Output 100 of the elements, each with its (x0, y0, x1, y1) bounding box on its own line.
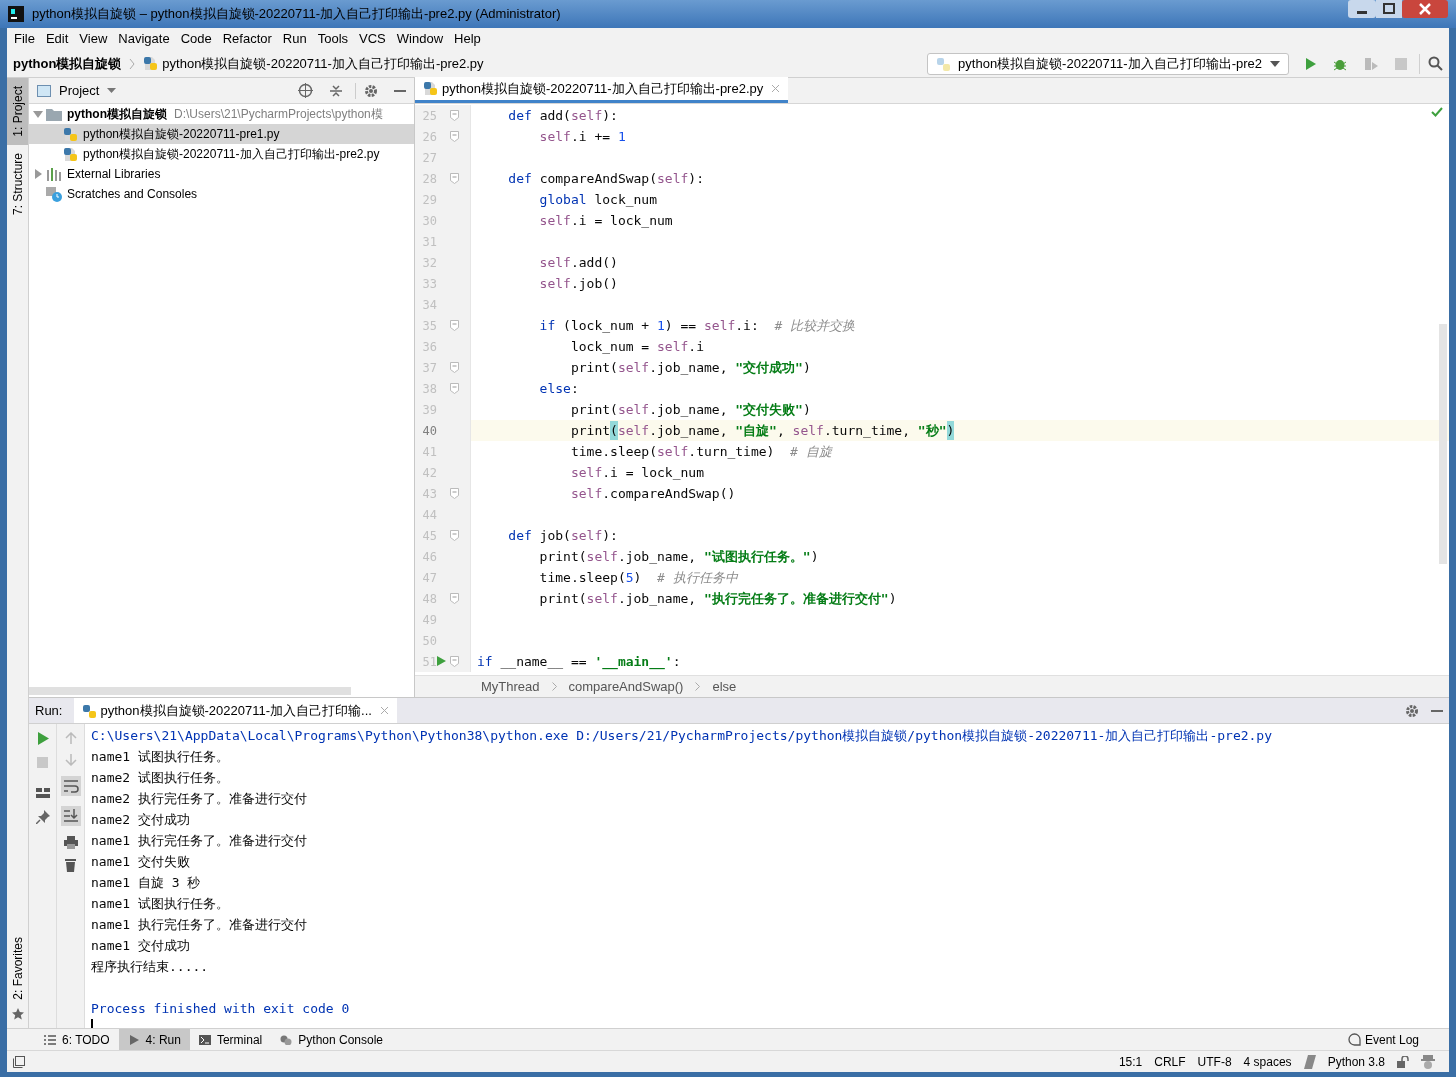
run-icon[interactable] (437, 656, 446, 667)
event-log-button[interactable]: Event Log (1347, 1030, 1449, 1049)
rerun-icon[interactable] (36, 732, 49, 745)
fold-icon[interactable] (450, 656, 459, 667)
console-line: 程序执行结束..... (91, 958, 209, 976)
scrollbar[interactable] (29, 687, 351, 695)
breadcrumb-item[interactable]: python模拟自旋锁 (13, 53, 122, 74)
run-tab[interactable]: python模拟自旋锁-20220711-加入自己打印输... (74, 698, 397, 723)
print-icon[interactable] (63, 836, 78, 849)
layout-icon[interactable] (35, 788, 50, 798)
trash-icon[interactable] (65, 859, 76, 872)
close-icon[interactable] (1402, 0, 1448, 18)
fold-icon[interactable] (450, 488, 459, 499)
fold-icon[interactable] (450, 362, 459, 373)
tool-window-tab[interactable]: Python Console (271, 1029, 393, 1050)
play-icon (127, 1034, 140, 1045)
tree-item[interactable]: External Libraries (29, 164, 414, 184)
menu-item[interactable]: Help (454, 29, 481, 49)
panel-icon (37, 84, 51, 97)
tool-window-tab[interactable]: Terminal (189, 1029, 272, 1050)
close-icon[interactable] (379, 706, 389, 715)
code-line: print(self.job_name, "执行完任务了。准备进行交付") (538, 589, 897, 608)
breadcrumb-item[interactable]: else (712, 676, 737, 697)
breadcrumb-item[interactable]: MyThread (481, 676, 540, 697)
caret-icon (1270, 60, 1280, 67)
side-tab[interactable]: 1: Project (7, 78, 28, 145)
fold-icon[interactable] (450, 530, 459, 541)
tool-window-tab[interactable]: 4: Run (118, 1029, 190, 1050)
code-line: if (lock_num + 1) == self.i: # 比较并交换 (538, 316, 856, 335)
minimize-icon[interactable] (1348, 0, 1376, 18)
tree-item[interactable]: python模拟自旋锁 D:\Users\21\PycharmProjects\python模 (29, 104, 414, 124)
code-line: self.i = lock_num (569, 463, 704, 482)
panel-toggle-icon[interactable] (13, 1055, 25, 1068)
breadcrumb-item[interactable]: python模拟自旋锁-20220711-加入自己打印输出-pre2.py (162, 53, 484, 74)
menu-item[interactable]: VCS (359, 29, 386, 49)
tree-item[interactable]: python模拟自旋锁-20220711-加入自己打印输出-pre2.py (29, 144, 414, 164)
status-item[interactable]: Python 3.8 (1327, 1052, 1385, 1071)
console-line: name1 试图执行任务。 (91, 748, 229, 766)
stop-icon[interactable] (1395, 57, 1407, 70)
side-tab[interactable]: 2: Favorites (8, 929, 27, 1008)
star-icon (11, 1008, 24, 1020)
close-icon[interactable] (771, 84, 781, 93)
menu-item[interactable]: Tools (317, 29, 349, 49)
console-line: C:\Users\21\AppData\Local\Programs\Python\Python38\python.exe D:/Users/21/PycharmProjects/python模拟自旋锁/python模拟自旋锁-20220711-加入自己打印输出-pre2.py (91, 727, 1273, 745)
search-icon[interactable] (1428, 56, 1443, 71)
status-item[interactable]: CRLF (1154, 1052, 1186, 1071)
editor-tab[interactable]: python模拟自旋锁-20220711-加入自己打印输出-pre2.py (415, 77, 789, 103)
menu-item[interactable]: View (79, 29, 108, 49)
menu-item[interactable]: File (14, 29, 35, 49)
text-cursor (91, 1019, 93, 1028)
code-line: lock_num = self.i (569, 337, 704, 356)
scroll-to-end-icon[interactable] (60, 806, 81, 826)
python-file-icon (423, 81, 438, 96)
fold-icon[interactable] (450, 131, 459, 142)
breadcrumb-item[interactable]: compareAndSwap() (568, 676, 684, 697)
fold-icon[interactable] (450, 593, 459, 604)
expanded-arrow-icon[interactable] (33, 109, 43, 119)
collapsed-arrow-icon[interactable] (33, 169, 43, 179)
status-item[interactable]: 15:1 (1118, 1052, 1143, 1071)
scrollbar[interactable] (1439, 324, 1447, 564)
settings-icon[interactable] (1405, 703, 1419, 718)
coverage-icon[interactable] (1363, 56, 1379, 71)
tree-item[interactable]: Scratches and Consoles (29, 184, 414, 204)
library-icon (46, 167, 62, 181)
code-line: global lock_num (538, 190, 658, 209)
fold-icon[interactable] (450, 383, 459, 394)
lock-icon[interactable] (1397, 1055, 1409, 1068)
menu-item[interactable]: Edit (45, 29, 69, 49)
menu-item[interactable]: Navigate (118, 29, 170, 49)
code-line: print(self.job_name, "交付成功") (569, 358, 811, 377)
menu-item[interactable]: Window (396, 29, 444, 49)
locate-icon[interactable] (298, 83, 313, 98)
status-item[interactable]: UTF-8 (1197, 1052, 1232, 1071)
code-line: time.sleep(5) # 执行任务中 (538, 568, 738, 587)
menu-item[interactable]: Code (180, 29, 212, 49)
side-tab[interactable]: 7: Structure (7, 144, 28, 223)
pin-icon[interactable] (35, 810, 50, 824)
up-arrow-icon[interactable] (64, 732, 77, 744)
status-item[interactable]: 4 spaces (1243, 1052, 1292, 1071)
soft-wrap-icon[interactable] (60, 776, 81, 796)
code-line: if __name__ == '__main__': (477, 652, 681, 672)
maximize-icon[interactable] (1376, 0, 1402, 18)
tree-item[interactable]: python模拟自旋锁-20220711-pre1.py (29, 124, 414, 144)
run-icon[interactable] (1305, 56, 1317, 71)
fold-icon[interactable] (450, 320, 459, 331)
collapse-icon[interactable] (329, 83, 343, 98)
tool-window-tab[interactable]: 6: TODO (35, 1029, 119, 1050)
chevron-icon (129, 57, 136, 70)
run-config-dropdown[interactable]: python模拟自旋锁-20220711-加入自己打印输出-pre2 (927, 52, 1289, 75)
fold-icon[interactable] (450, 110, 459, 121)
terminal-icon (198, 1034, 211, 1045)
menu-item[interactable]: Run (282, 29, 307, 49)
speech-bubble-icon (1347, 1033, 1361, 1046)
panel-title[interactable]: Project (59, 80, 100, 101)
code-line: self.i = lock_num (538, 211, 673, 230)
settings-icon[interactable] (364, 83, 378, 98)
code-line: print(self.job_name, "试图执行任务。") (538, 547, 819, 566)
menu-item[interactable]: Refactor (222, 29, 272, 49)
fold-icon[interactable] (450, 173, 459, 184)
down-arrow-icon[interactable] (64, 754, 77, 766)
